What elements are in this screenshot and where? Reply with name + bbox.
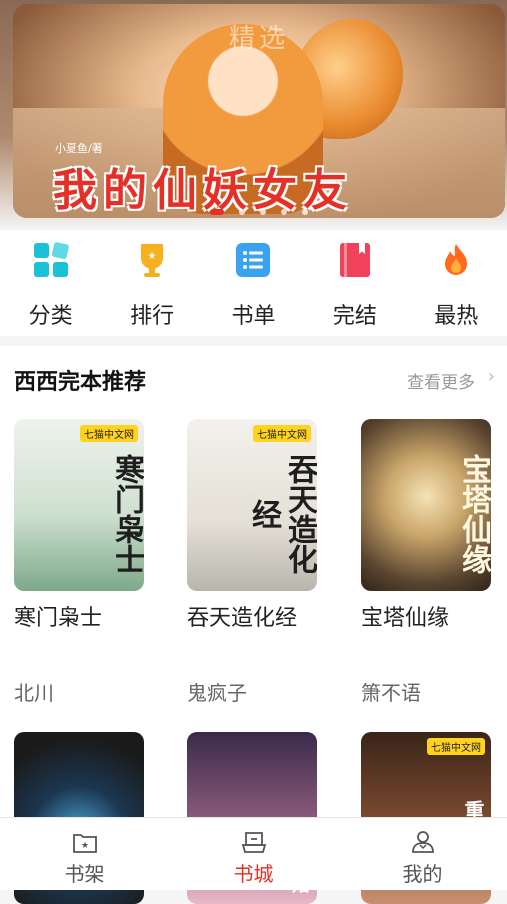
book-title[interactable]: 寒门枭士 xyxy=(14,603,142,635)
book-author: 北川 xyxy=(14,681,54,705)
banner-tag: 精选 xyxy=(228,24,289,54)
cover-title: 宝塔仙缘 xyxy=(456,454,491,574)
section-title: 西西完本推荐 xyxy=(14,370,147,395)
category-label: 书单 xyxy=(231,304,276,329)
banner-background: 精选 小夏鱼/著 我的仙妖女友 xyxy=(0,0,507,230)
carousel-dot[interactable] xyxy=(260,209,266,215)
nav-profile[interactable]: 我的 xyxy=(363,818,483,890)
book-title[interactable]: 宝塔仙缘 xyxy=(361,603,489,635)
book-cover[interactable]: 宝塔仙缘 xyxy=(361,419,491,591)
category-label: 排行 xyxy=(130,304,175,329)
category-item-hottest[interactable]: 最热 xyxy=(411,230,501,336)
book-card[interactable]: 七猫中文网 寒门枭士 寒门枭士 xyxy=(14,419,146,635)
profile-icon xyxy=(410,830,436,854)
book-card[interactable]: 七猫中文网 吞天造化经 吞天造化经 xyxy=(187,419,319,635)
publisher-badge: 七猫中文网 xyxy=(80,425,138,442)
book-title[interactable]: 吞天造化经 xyxy=(187,603,315,635)
category-label: 分类 xyxy=(28,304,73,329)
section-header: 西西完本推荐 查看更多 › xyxy=(0,346,507,412)
book-author: 箫不语 xyxy=(361,681,421,705)
bookshelf-icon: ★ xyxy=(72,830,98,854)
book-cover[interactable]: 七猫中文网 吞天造化经 xyxy=(187,419,317,591)
carousel-dots xyxy=(13,200,505,218)
carousel-dot[interactable] xyxy=(209,209,224,215)
banner-carousel[interactable]: 精选 小夏鱼/著 我的仙妖女友 xyxy=(13,4,505,218)
cover-title: 寒门枭士 xyxy=(109,454,144,574)
nav-label: 我的 xyxy=(402,862,443,886)
category-item-finished[interactable]: 完结 xyxy=(310,230,400,336)
publisher-badge: 七猫中文网 xyxy=(427,738,485,755)
recommend-section: 西西完本推荐 查看更多 › 七猫中文网 寒门枭士 寒门枭士 北川 七猫中文网 吞… xyxy=(0,346,507,904)
bookstore-icon xyxy=(241,830,267,854)
chevron-right-icon[interactable]: › xyxy=(488,366,495,387)
category-label: 完结 xyxy=(332,304,377,329)
book-icon xyxy=(337,242,373,278)
grid-icon xyxy=(33,242,69,278)
book-cover[interactable]: 七猫中文网 寒门枭士 xyxy=(14,419,144,591)
category-item-booklist[interactable]: 书单 xyxy=(208,230,298,336)
svg-text:★: ★ xyxy=(80,841,88,851)
list-icon xyxy=(235,242,271,278)
nav-bookshelf[interactable]: ★ 书架 xyxy=(25,818,145,890)
trophy-icon: ★ xyxy=(134,242,170,278)
book-author: 鬼疯子 xyxy=(187,681,247,705)
nav-label: 书架 xyxy=(64,862,105,886)
category-item-classify[interactable]: 分类 xyxy=(6,230,96,336)
category-label: 最热 xyxy=(434,304,479,329)
cover-title: 吞天造化经 xyxy=(246,454,317,574)
view-more-link[interactable]: 查看更多 xyxy=(407,368,475,393)
nav-bookstore[interactable]: 书城 xyxy=(194,818,314,890)
nav-label: 书城 xyxy=(233,862,274,886)
publisher-badge: 七猫中文网 xyxy=(253,425,311,442)
category-row: 分类 ★ 排行 书单 完结 最热 xyxy=(0,230,507,336)
svg-text:★: ★ xyxy=(148,251,157,262)
carousel-dot[interactable] xyxy=(238,209,245,215)
carousel-dot[interactable] xyxy=(302,209,309,215)
bottom-nav: ★ 书架 书城 我的 xyxy=(0,817,507,890)
flame-icon xyxy=(438,242,474,278)
carousel-dot[interactable] xyxy=(281,209,288,215)
category-item-ranking[interactable]: ★ 排行 xyxy=(107,230,197,336)
book-card[interactable]: 宝塔仙缘 宝塔仙缘 xyxy=(361,419,493,635)
